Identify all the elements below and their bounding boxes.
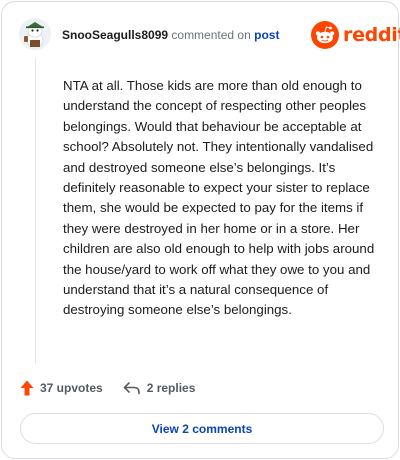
- snoo-avatar-icon: [19, 18, 51, 50]
- reply-count[interactable]: 2 replies: [147, 381, 196, 395]
- username-link[interactable]: SnooSeagulls8099: [62, 28, 168, 42]
- commented-on-label: commented on: [171, 28, 251, 42]
- view-comments-button[interactable]: View 2 comments: [20, 413, 384, 444]
- reddit-logo[interactable]: reddit: [311, 20, 400, 50]
- user-avatar[interactable]: [19, 18, 51, 50]
- upvote-arrow-icon[interactable]: [20, 380, 34, 396]
- reply-arrow-icon[interactable]: [123, 381, 141, 395]
- comment-header: SnooSeagulls8099 commented on post: [62, 27, 279, 43]
- comment-actions: 37 upvotes 2 replies: [20, 378, 195, 398]
- reddit-wordmark: reddit: [343, 24, 400, 46]
- upvote-count: 37 upvotes: [40, 381, 103, 395]
- thread-line[interactable]: [35, 58, 36, 364]
- comment-body: NTA at all. Those kids are more than old…: [63, 78, 375, 318]
- post-link[interactable]: post: [254, 28, 279, 42]
- comment-card: SnooSeagulls8099 commented on post reddi…: [1, 1, 400, 459]
- reddit-snoo-icon: [311, 21, 339, 49]
